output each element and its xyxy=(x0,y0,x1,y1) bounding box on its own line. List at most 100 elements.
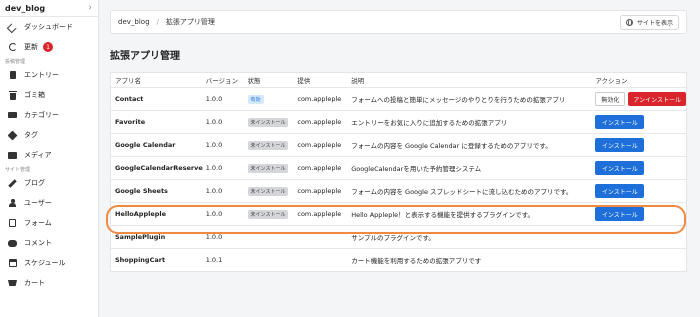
view-site-label: サイトを表示 xyxy=(636,19,673,27)
status-badge: 未インストール xyxy=(247,117,289,127)
app-version: 1.0.0 xyxy=(205,141,223,149)
status-badge: 未インストール xyxy=(247,186,289,196)
user-icon xyxy=(8,199,17,208)
app-actions: インストール xyxy=(595,161,686,175)
app-actions: インストール xyxy=(595,184,686,198)
app-description: カート機能を利用するための拡張アプリです xyxy=(351,257,482,265)
app-actions: 無効化 アンインストール xyxy=(595,92,687,106)
status-badge: 未インストール xyxy=(247,163,289,173)
install-button[interactable]: インストール xyxy=(595,161,645,175)
column-header-name: アプリ名 xyxy=(115,77,141,85)
app-description: フォームの内容を Google Calendar に登録するためのアプリです。 xyxy=(351,142,552,150)
tag-icon xyxy=(7,130,18,140)
view-site-button[interactable]: サイトを表示 xyxy=(619,14,679,30)
highlight-annotation xyxy=(106,205,686,234)
sidebar-item-update[interactable]: 更新 1 xyxy=(0,37,98,57)
sidebar-item-category[interactable]: カテゴリー xyxy=(0,105,98,125)
app-actions: インストール xyxy=(595,115,686,129)
app-name: Favorite xyxy=(115,118,146,126)
page-title: 拡張アプリ管理 xyxy=(110,51,180,62)
sidebar-item-dashboard[interactable]: ダッシュボード xyxy=(0,17,98,37)
cart-icon xyxy=(8,279,17,288)
sidebar-item-schedule[interactable]: スケジュール xyxy=(0,253,98,273)
brand-header[interactable]: dev_blog › xyxy=(0,0,98,17)
sidebar-item-label: エントリー xyxy=(24,71,59,79)
sidebar-item-label: 更新 xyxy=(24,43,38,51)
brand-name: dev_blog xyxy=(5,3,46,13)
sidebar-item-blog[interactable]: ブログ xyxy=(0,173,98,193)
sidebar-section-posts: 投稿管理 xyxy=(5,58,26,65)
sidebar-item-comment[interactable]: コメント xyxy=(0,233,98,253)
sidebar-item-label: カート xyxy=(24,279,45,287)
sidebar-item-label: ダッシュボード xyxy=(24,23,73,31)
install-button[interactable]: インストール xyxy=(595,138,645,152)
sidebar-item-label: ゴミ箱 xyxy=(24,91,45,99)
table-row: Google Sheets 1.0.0 未インストール com.appleple フォー… xyxy=(111,179,686,202)
table-row: Google Calendar 1.0.0 未インストール com.appleple フ… xyxy=(111,133,686,156)
chevron-right-icon[interactable]: › xyxy=(88,3,92,13)
table-row: ShoppingCart 1.0.1 カート機能を利用するための拡張アプリです xyxy=(111,248,686,271)
app-provider: com.appleple xyxy=(297,164,342,172)
sidebar-item-label: スケジュール xyxy=(24,259,66,267)
app-version: 1.0.0 xyxy=(205,187,223,195)
breadcrumb-current: 拡張アプリ管理 xyxy=(165,18,215,26)
image-icon xyxy=(8,151,17,160)
sidebar-item-form[interactable]: フォーム xyxy=(0,213,98,233)
disable-button[interactable]: 無効化 xyxy=(595,92,626,106)
app-status-cell: 有効 xyxy=(247,94,298,104)
table-row: Favorite 1.0.0 未インストール com.appleple エントリーをお気… xyxy=(111,110,686,133)
breadcrumb-root[interactable]: dev_blog xyxy=(118,18,150,26)
app-name: GoogleCalendarReserve xyxy=(115,164,203,172)
sidebar-item-trash[interactable]: ゴミ箱 xyxy=(0,85,98,105)
app-status-cell: 未インストール xyxy=(247,186,298,196)
column-header-status: 状態 xyxy=(247,77,261,85)
status-badge: 未インストール xyxy=(247,140,289,150)
column-header-provider: 提供 xyxy=(297,77,311,85)
sidebar-item-label: カテゴリー xyxy=(24,111,59,119)
document-icon xyxy=(8,71,17,80)
calendar-icon xyxy=(8,259,17,268)
app-provider: com.appleple xyxy=(297,95,342,103)
update-count-badge: 1 xyxy=(43,42,53,52)
sidebar-item-entry[interactable]: エントリー xyxy=(0,65,98,85)
sidebar-item-label: メディア xyxy=(24,151,52,159)
sidebar-item-label: ユーザー xyxy=(24,199,52,207)
pen-icon xyxy=(8,178,17,188)
app-version: 1.0.0 xyxy=(205,118,223,126)
app-status-cell: 未インストール xyxy=(247,163,298,173)
globe-icon xyxy=(625,18,633,26)
sidebar-item-media[interactable]: メディア xyxy=(0,145,98,165)
app-provider: com.appleple xyxy=(297,118,342,126)
app-provider: com.appleple xyxy=(297,187,342,195)
app-name: Google Sheets xyxy=(115,187,168,195)
column-header-action: アクション xyxy=(595,77,628,85)
sidebar-item-user[interactable]: ユーザー xyxy=(0,193,98,213)
app-actions: インストール xyxy=(595,138,686,152)
install-button[interactable]: インストール xyxy=(595,184,645,198)
apps-table: アプリ名 バージョン 状態 提供 説明 アクション Contact 1.0.0 有効… xyxy=(110,72,687,272)
app-version: 1.0.0 xyxy=(205,95,223,103)
install-button[interactable]: インストール xyxy=(595,115,645,129)
app-version: 1.0.1 xyxy=(205,256,223,264)
app-version: 1.0.0 xyxy=(205,233,223,241)
app-status-cell: 未インストール xyxy=(247,140,298,150)
sidebar-item-cart[interactable]: カート xyxy=(0,273,98,293)
table-body: Contact 1.0.0 有効 com.appleple フォームへの投稿と簡単にメッ… xyxy=(111,87,687,271)
app-name: Google Calendar xyxy=(115,141,176,149)
uninstall-button[interactable]: アンインストール xyxy=(628,92,687,106)
sidebar-item-tag[interactable]: タグ xyxy=(0,125,98,145)
form-icon xyxy=(8,219,17,228)
chat-icon xyxy=(8,239,17,248)
column-header-version: バージョン xyxy=(205,77,239,85)
refresh-icon xyxy=(8,43,17,52)
breadcrumb: dev_blog / 拡張アプリ管理 サイトを表示 xyxy=(110,10,687,34)
sidebar: dev_blog › ダッシュボード 更新 1 投稿管理 エントリー ゴミ箱 カ… xyxy=(0,0,99,317)
app-description: GoogleCalendarを用いた予約管理システム xyxy=(351,165,482,173)
table-header-row: アプリ名 バージョン 状態 提供 説明 アクション xyxy=(111,73,686,87)
table-row: Contact 1.0.0 有効 com.appleple フォームへの投稿と簡単にメッ… xyxy=(111,87,687,110)
sidebar-item-label: コメント xyxy=(24,239,52,247)
app-name: ShoppingCart xyxy=(115,256,166,264)
app-name: SamplePlugin xyxy=(115,233,166,241)
sidebar-item-label: ブログ xyxy=(24,179,45,187)
app-description: エントリーをお気に入りに追加するための拡張アプリ xyxy=(351,119,508,127)
